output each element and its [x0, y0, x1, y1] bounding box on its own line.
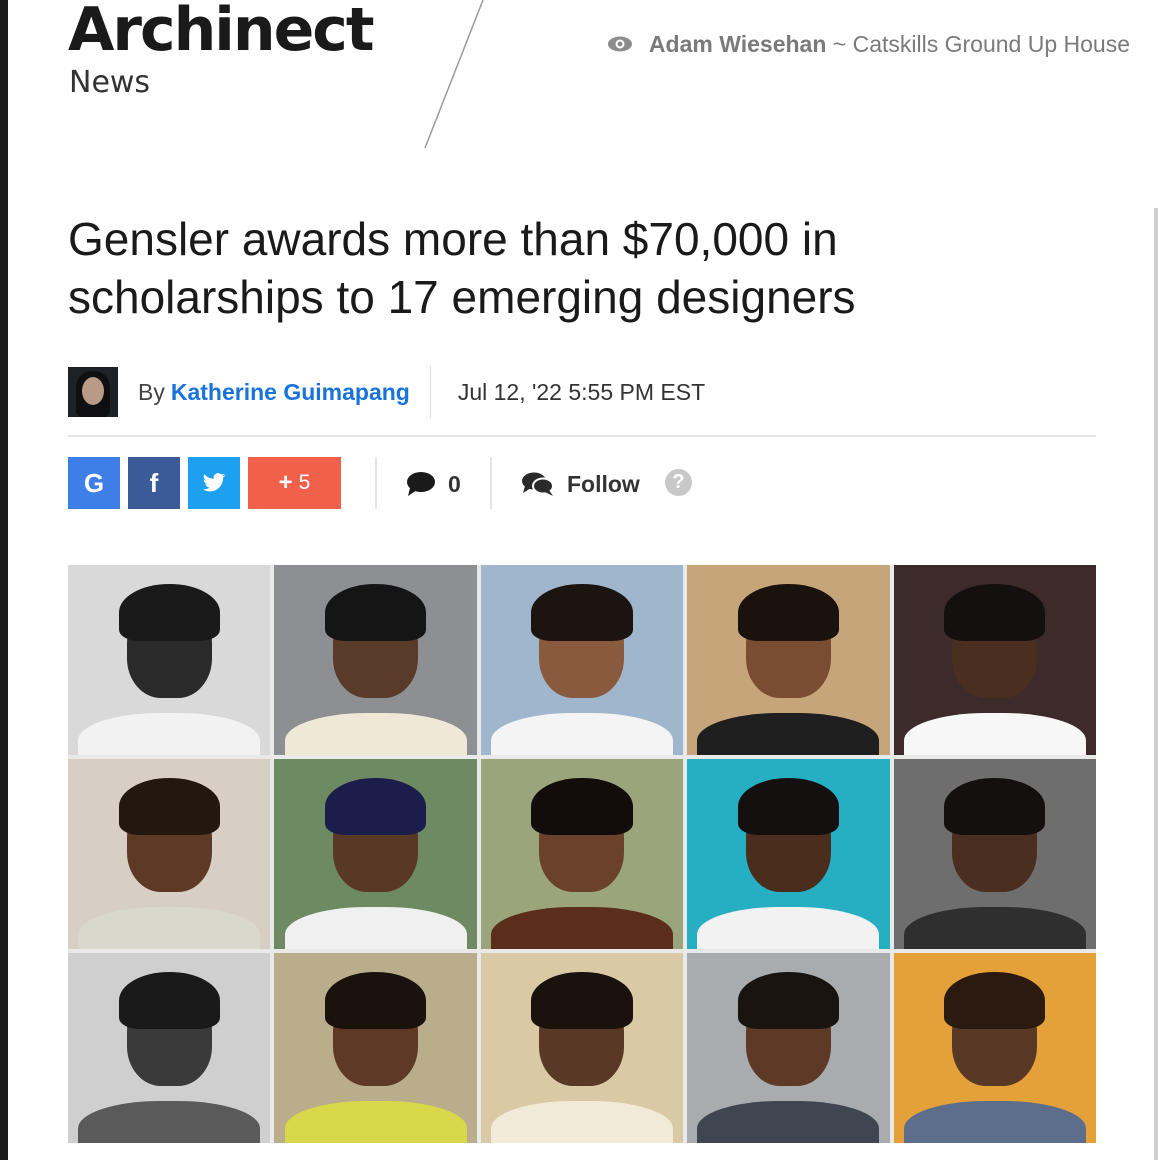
- follow-chat-icon: [522, 472, 554, 496]
- recipient-portrait: [893, 565, 1096, 755]
- site-logo[interactable]: Archinect: [68, 0, 375, 60]
- comment-icon: [407, 472, 435, 496]
- recipient-portrait: [893, 759, 1096, 949]
- featured-separator: ~: [832, 31, 847, 57]
- featured-title[interactable]: Catskills Ground Up House: [853, 30, 1130, 58]
- recipient-portrait: [687, 565, 890, 755]
- byline-divider: [429, 366, 431, 418]
- article-byline: By Katherine Guimapang Jul 12, '22 5:55 …: [68, 366, 1096, 418]
- follow-button[interactable]: Follow: [521, 467, 640, 501]
- recipient-portrait: [480, 565, 684, 755]
- recipient-portrait: [480, 953, 684, 1143]
- recipient-portrait: [480, 759, 684, 949]
- recipient-portrait: [687, 953, 890, 1143]
- plus-icon: +: [278, 469, 293, 496]
- recipient-portrait: [893, 953, 1096, 1143]
- facebook-icon: f: [149, 467, 159, 498]
- author-link[interactable]: Katherine Guimapang: [171, 379, 410, 406]
- featured-author[interactable]: Adam Wiesehan: [649, 30, 826, 58]
- comments-button[interactable]: 0: [406, 467, 461, 501]
- byline-rule: [68, 435, 1096, 437]
- share-divider: [375, 457, 377, 509]
- recipient-portrait: [687, 759, 890, 949]
- header-divider: [424, 0, 484, 149]
- comments-count: 0: [448, 470, 461, 497]
- google-share-button[interactable]: G: [68, 457, 120, 509]
- scholarship-recipients-collage[interactable]: [68, 565, 1096, 1143]
- eye-icon: [607, 36, 632, 52]
- twitter-share-button[interactable]: [188, 457, 240, 509]
- recipient-portrait: [68, 565, 271, 755]
- google-icon: G: [83, 467, 105, 498]
- page-scrollbar[interactable]: [1154, 208, 1158, 1160]
- featured-project-link[interactable]: Adam Wiesehan ~ Catskills Ground Up Hous…: [607, 30, 1130, 58]
- comments-divider: [490, 457, 492, 509]
- recipient-portrait: [274, 759, 477, 949]
- twitter-icon: [202, 473, 226, 492]
- recipient-portrait: [274, 565, 477, 755]
- article-headline: Gensler awards more than $70,000 in scho…: [68, 213, 856, 323]
- section-label[interactable]: News: [69, 66, 150, 100]
- facebook-share-button[interactable]: f: [128, 457, 180, 509]
- share-bar: G f + 5: [68, 457, 349, 509]
- author-avatar[interactable]: [68, 367, 118, 417]
- recipient-portrait: [68, 759, 271, 949]
- follow-label: Follow: [567, 470, 640, 497]
- more-share-button[interactable]: + 5: [248, 457, 341, 509]
- more-share-count: 5: [298, 471, 311, 494]
- byline-prefix: By: [138, 378, 165, 405]
- publish-date: Jul 12, '22 5:55 PM EST: [457, 378, 706, 405]
- help-icon[interactable]: ?: [665, 469, 692, 496]
- recipient-portrait: [274, 953, 477, 1143]
- recipient-portrait: [68, 953, 271, 1143]
- window-left-edge: [0, 0, 8, 1160]
